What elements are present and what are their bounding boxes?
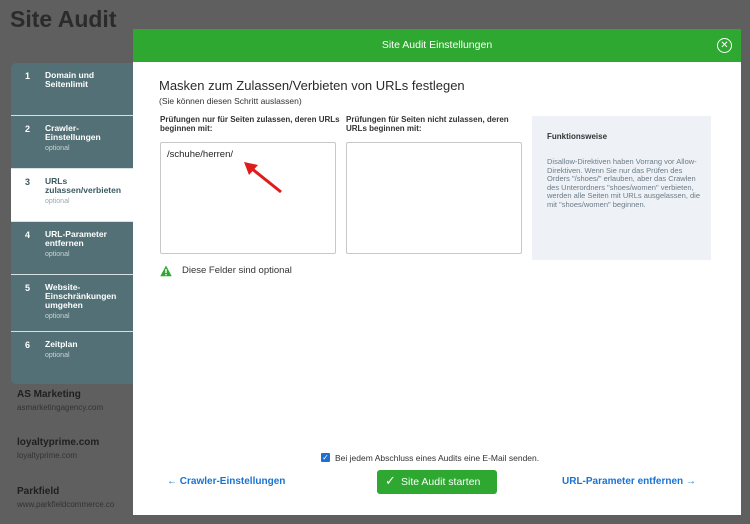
- info-text: Disallow-Direktiven haben Vorrang vor Al…: [547, 157, 700, 209]
- project-name: loyaltyprime.com: [17, 437, 100, 448]
- step-label: Zeitplan: [45, 339, 78, 349]
- step-number: 3: [25, 177, 31, 187]
- project-url: loyaltyprime.com: [17, 451, 78, 460]
- step-number: 2: [25, 124, 31, 134]
- step-label: Domain und Seitenlimit: [45, 70, 95, 89]
- step-number: 5: [25, 283, 31, 293]
- section-subheading: (Sie können diesen Schritt auslassen): [159, 96, 302, 106]
- step-optional: optional: [45, 313, 70, 320]
- allow-textarea[interactable]: /schuhe/herren/: [160, 142, 336, 254]
- step-label: URL-Parameter entfernen: [45, 229, 107, 248]
- step-optional: optional: [45, 251, 70, 258]
- arrow-left-icon: ←: [167, 476, 177, 487]
- email-checkbox-label: Bei jedem Abschluss eines Audits eine E-…: [335, 453, 540, 463]
- modal-title: Site Audit Einstellungen: [381, 39, 493, 51]
- info-box: Funktionsweise Disallow-Direktiven haben…: [532, 116, 711, 260]
- step-4[interactable]: 4 URL-Parameter entfernen optional: [11, 222, 133, 275]
- disallow-textarea[interactable]: [346, 142, 522, 254]
- checkmark-icon: ✓: [385, 473, 396, 488]
- red-arrow-annotation: [244, 162, 282, 194]
- step-label: Crawler-Einstellungen: [45, 123, 101, 142]
- optional-note-text: Diese Felder sind optional: [182, 265, 292, 276]
- next-link-label: URL-Parameter entfernen: [562, 476, 684, 487]
- modal-header: Site Audit Einstellungen ✕: [133, 29, 741, 62]
- warning-icon: [160, 265, 172, 277]
- step-5[interactable]: 5 Website-Einschränkungen umgehen optiona…: [11, 275, 133, 332]
- list-item: Parkfield www.parkfieldcommerce.co: [17, 486, 114, 509]
- step-optional: optional: [45, 145, 70, 152]
- start-audit-label: Site Audit starten: [401, 476, 481, 488]
- list-item: loyaltyprime.com loyaltyprime.com: [17, 437, 99, 460]
- project-name: Parkfield: [17, 486, 60, 497]
- step-label: URLs zulassen/verbieten: [45, 176, 122, 195]
- step-optional: optional: [45, 352, 70, 359]
- step-label: Website-Einschränkungen umgehen: [45, 282, 117, 310]
- step-number: 6: [25, 340, 31, 350]
- back-link[interactable]: ← Crawler-Einstellungen: [167, 476, 285, 487]
- page-title: Site Audit: [10, 6, 117, 32]
- list-item: AS Marketing asmarketingagency.com: [17, 389, 103, 412]
- step-optional: optional: [45, 198, 70, 205]
- section-heading: Masken zum Zulassen/Verbieten von URLs f…: [159, 78, 465, 93]
- step-2[interactable]: 2 Crawler-Einstellungen optional: [11, 116, 133, 169]
- close-icon[interactable]: ✕: [717, 38, 732, 53]
- disallow-label: Prüfungen für Seiten nicht zulassen, der…: [346, 115, 509, 133]
- start-audit-button[interactable]: ✓ Site Audit starten: [377, 470, 497, 494]
- arrow-right-icon: →: [685, 476, 696, 487]
- step-6[interactable]: 6 Zeitplan optional: [11, 332, 133, 384]
- step-3[interactable]: 3 URLs zulassen/verbieten optional: [11, 169, 133, 222]
- step-1[interactable]: 1 Domain und Seitenlimit: [11, 63, 133, 116]
- email-checkbox[interactable]: ✓: [321, 453, 330, 462]
- back-link-label: Crawler-Einstellungen: [179, 476, 286, 487]
- allow-value: /schuhe/herren/: [167, 149, 234, 160]
- step-number: 1: [25, 71, 31, 81]
- step-number: 4: [25, 230, 31, 240]
- project-url: asmarketingagency.com: [17, 403, 104, 412]
- info-title: Funktionsweise: [547, 132, 608, 141]
- project-name: AS Marketing: [17, 389, 81, 400]
- settings-modal: Site Audit Einstellungen ✕ Masken zum Zu…: [133, 29, 741, 515]
- steps-sidebar: 1 Domain und Seitenlimit 2 Crawler-Einst…: [11, 63, 133, 384]
- project-url: www.parkfieldcommerce.co: [17, 500, 115, 509]
- next-link[interactable]: URL-Parameter entfernen →: [562, 476, 696, 487]
- allow-label: Prüfungen nur für Seiten zulassen, deren…: [160, 115, 340, 133]
